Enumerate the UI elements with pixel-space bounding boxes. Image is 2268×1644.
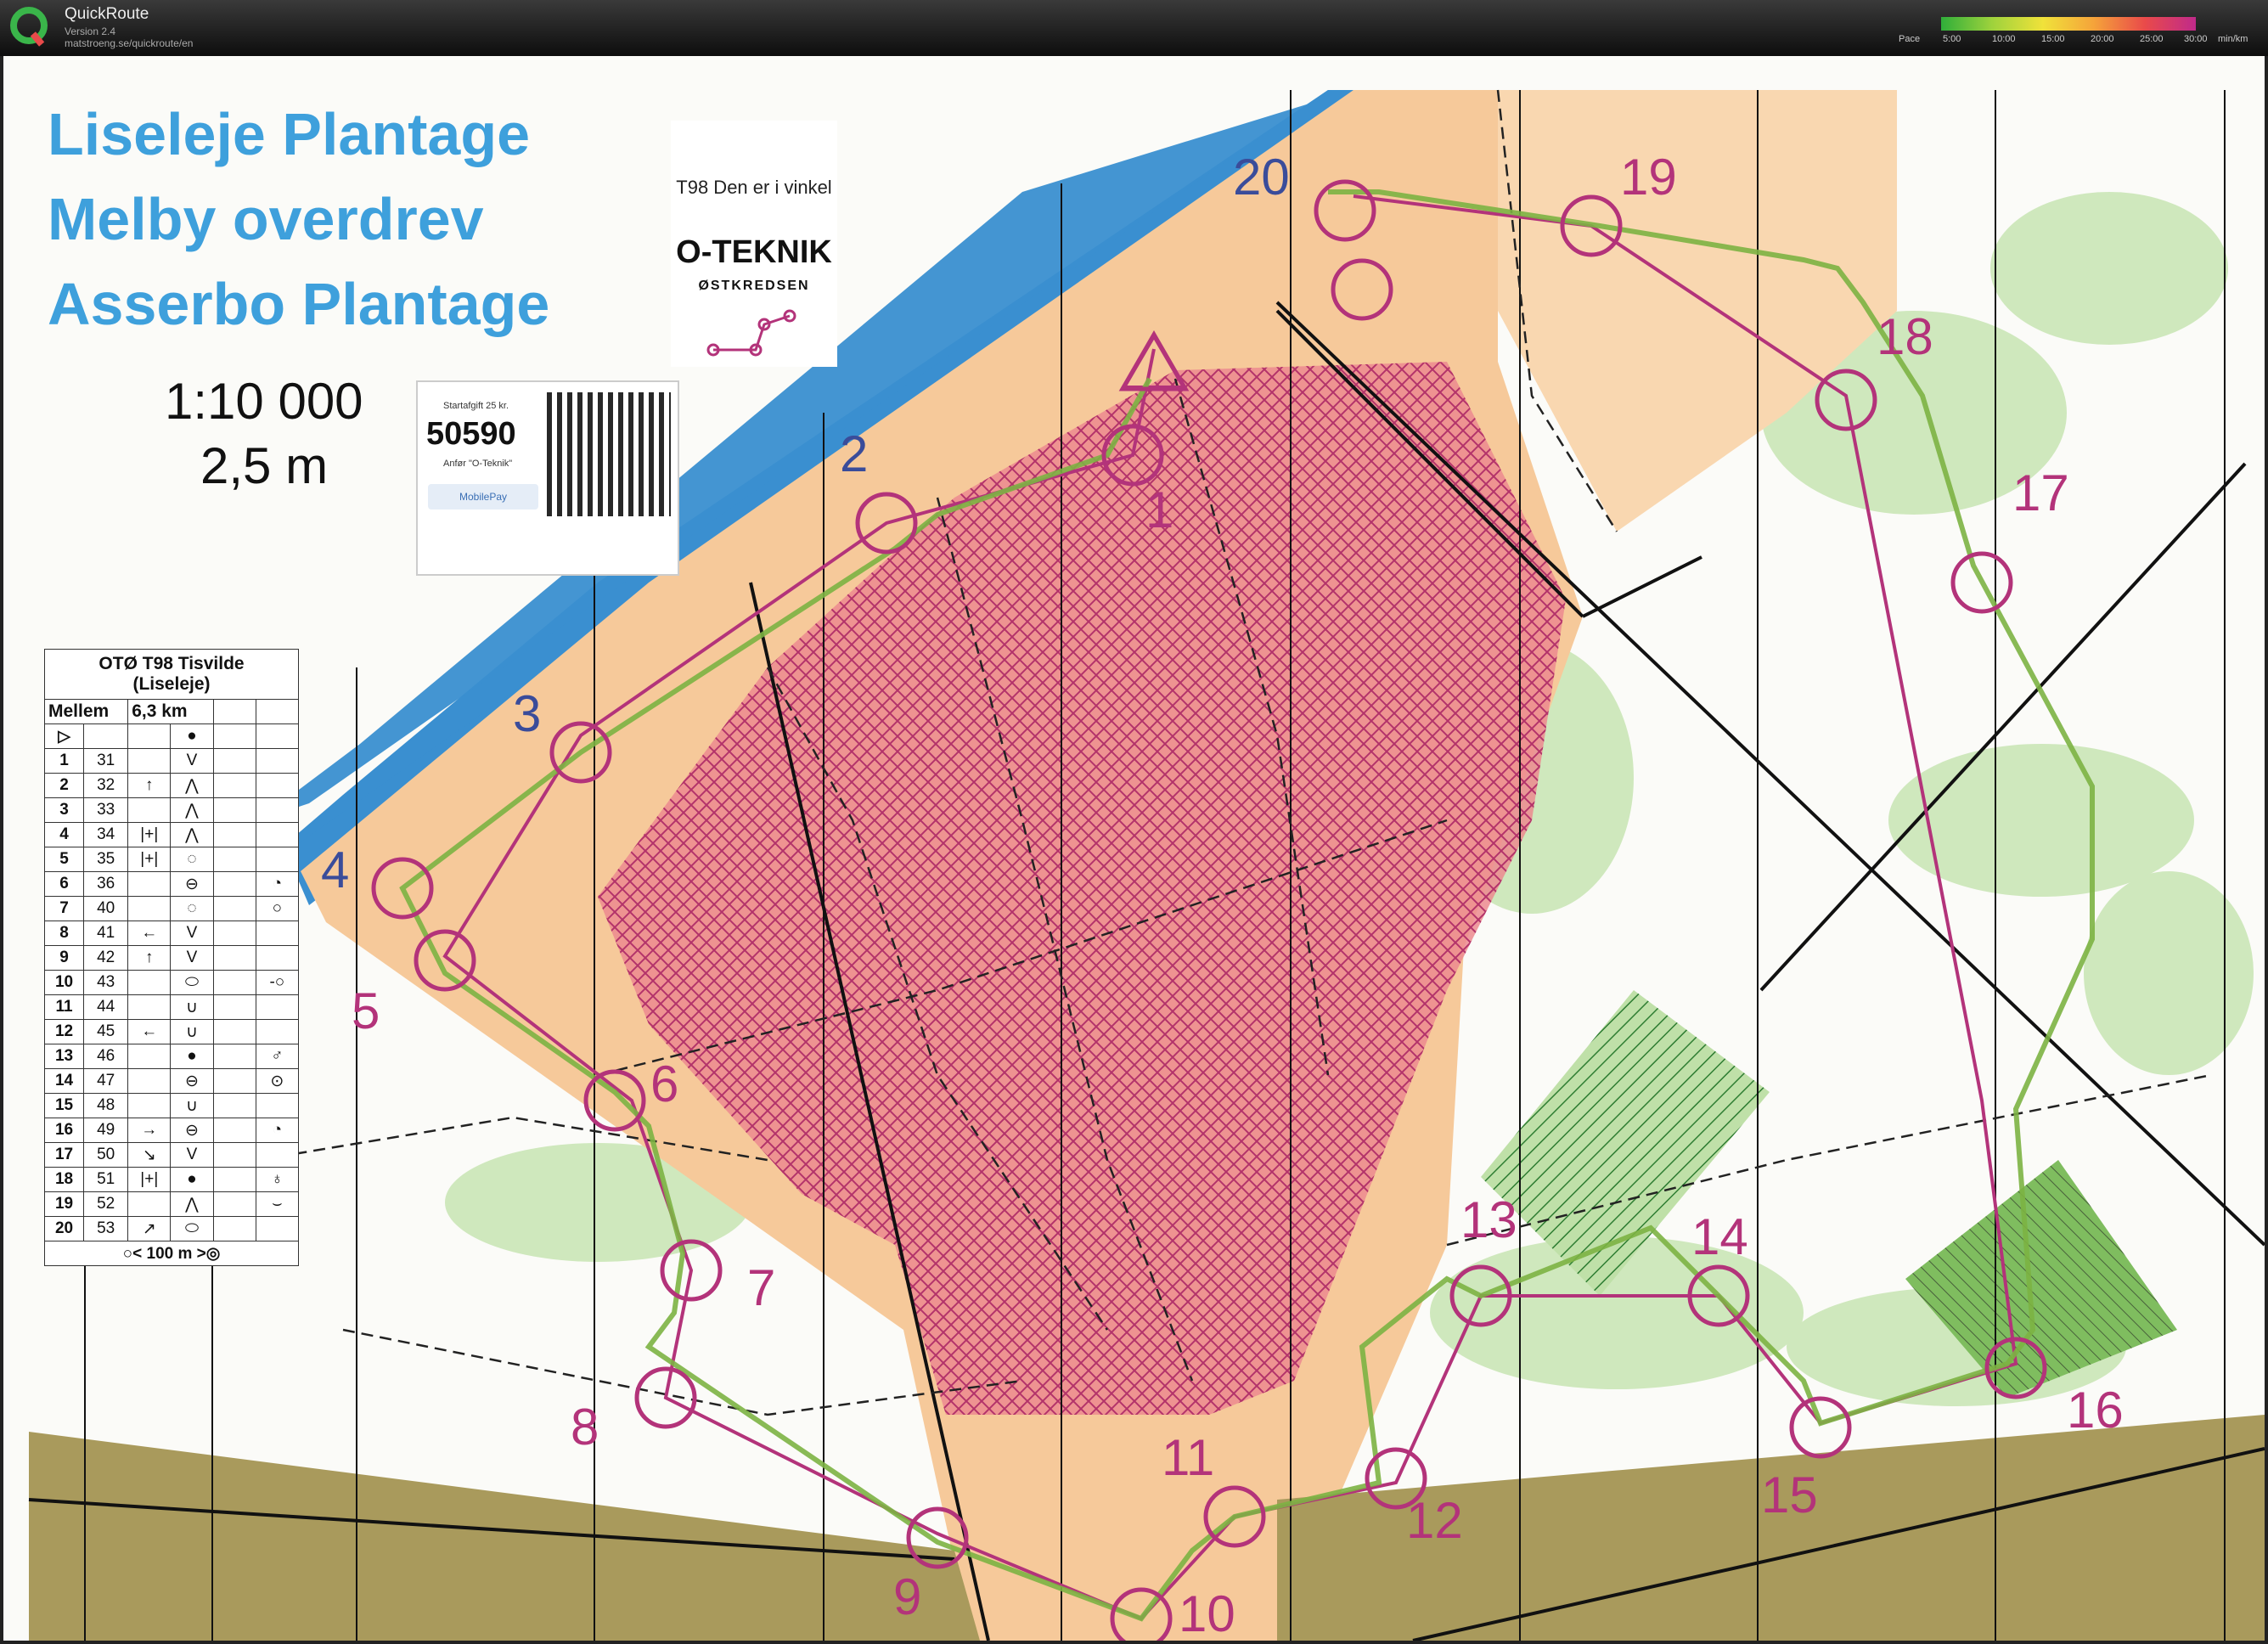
- contour-interval: 2,5 m: [200, 437, 329, 494]
- description-row: 10 43 ⬭ -○: [43, 970, 300, 995]
- event-tag: T98 Den er i vinkel: [676, 177, 832, 198]
- control-number-2: 2: [840, 425, 869, 482]
- control-description-sheet: OTØ T98 Tisvilde (Liseleje) Mellem 6,3 km…: [43, 649, 300, 1266]
- description-length: 6,3 km: [127, 699, 214, 724]
- description-row: 14 47 ⊖ ⊙: [43, 1068, 300, 1094]
- map-scale: 1:10 000: [165, 373, 363, 430]
- description-row: 8 41 ← V: [43, 921, 300, 946]
- pace-tick: 25:00: [2140, 34, 2164, 44]
- app-version: Version 2.4: [65, 25, 116, 37]
- control-number-5: 5: [352, 982, 380, 1039]
- map-title-3: Asserbo Plantage: [48, 271, 550, 337]
- description-row: 4 34 |+| ⋀: [43, 822, 300, 847]
- control-number-13: 13: [1460, 1191, 1517, 1248]
- event-logo: T98 Den er i vinkel O-TEKNIK ØSTKREDSEN: [671, 121, 837, 367]
- map-title-1: Liseleje Plantage: [48, 101, 531, 167]
- description-finish-row: ○< 100 m >◎: [44, 1241, 299, 1266]
- description-row: 1 31 V: [43, 748, 300, 774]
- control-number-6: 6: [650, 1056, 679, 1112]
- control-number-4: 4: [321, 842, 350, 898]
- description-row: 13 46 ● ♂: [43, 1044, 300, 1069]
- description-class: Mellem: [43, 699, 129, 724]
- pace-tick: 15:00: [2041, 34, 2065, 44]
- payment-box: Startafgift 25 kr. 50590 Anfør "O-Teknik…: [416, 380, 679, 576]
- description-row: 5 35 |+| ◌: [43, 847, 300, 872]
- pace-tick: 20:00: [2091, 34, 2114, 44]
- description-row: 17 50 ↘ V: [43, 1142, 300, 1168]
- orienteering-map[interactable]: Liseleje Plantage Melby overdrev Asserbo…: [3, 56, 2265, 1642]
- control-number-19: 19: [1620, 149, 1677, 206]
- control-number-3: 3: [513, 685, 542, 742]
- description-row: 7 40 ◌ ○: [43, 896, 300, 921]
- pace-tick: 30:00: [2184, 34, 2208, 44]
- map-title-2: Melby overdrev: [48, 186, 484, 252]
- description-row: 20 53 ↗ ⬭: [43, 1216, 300, 1241]
- control-number-14: 14: [1691, 1208, 1748, 1265]
- payment-number: 50590: [426, 416, 516, 452]
- description-row: 2 32 ↑ ⋀: [43, 773, 300, 798]
- description-row: 15 48 ∪: [43, 1093, 300, 1118]
- payment-fee: Startafgift 25 kr.: [443, 401, 509, 411]
- description-row: 18 51 |+| ● ♁: [43, 1167, 300, 1192]
- control-number-18: 18: [1877, 308, 1933, 365]
- description-row: 16 49 → ⊖ ◔: [43, 1118, 300, 1143]
- event-subtitle: ØSTKREDSEN: [698, 279, 810, 293]
- course-logo-icon: [706, 309, 796, 357]
- control-number-12: 12: [1406, 1492, 1463, 1549]
- control-number-16: 16: [2067, 1382, 2124, 1438]
- control-number-8: 8: [571, 1399, 599, 1455]
- pace-unit: min/km: [2218, 34, 2248, 44]
- urban-area: [29, 1432, 980, 1641]
- control-number-15: 15: [1761, 1467, 1818, 1523]
- description-start-row: ▷ ●: [43, 723, 300, 749]
- control-number-7: 7: [747, 1259, 776, 1316]
- control-number-20: 20: [1233, 149, 1290, 206]
- description-row: 9 42 ↑ V: [43, 945, 300, 971]
- description-row: 12 45 ← ∪: [43, 1019, 300, 1044]
- app-name: QuickRoute: [65, 5, 149, 23]
- pace-tick: 5:00: [1943, 34, 1961, 44]
- quickroute-window: QuickRoute Version 2.4 matstroeng.se/qui…: [0, 0, 2268, 1644]
- control-number-17: 17: [2012, 464, 2069, 521]
- control-number-11: 11: [1162, 1429, 1215, 1486]
- description-header: OTØ T98 Tisvilde (Liseleje): [44, 649, 299, 700]
- quickroute-logo-icon: [10, 7, 48, 47]
- map-viewport[interactable]: Liseleje Plantage Melby overdrev Asserbo…: [0, 56, 2268, 1644]
- pace-color-scale: [1941, 17, 2196, 31]
- control-number-1: 1: [1145, 481, 1174, 538]
- control-number-10: 10: [1179, 1585, 1235, 1642]
- event-organizer: O-TEKNIK: [676, 234, 832, 270]
- description-row: 3 33 ⋀: [43, 797, 300, 823]
- title-bar: QuickRoute Version 2.4 matstroeng.se/qui…: [0, 0, 2268, 56]
- pace-tick: 10:00: [1992, 34, 2016, 44]
- mobilepay-badge: MobilePay: [428, 484, 538, 510]
- description-row: 6 36 ⊖ ◔: [43, 871, 300, 897]
- payment-note: Anfør "O-Teknik": [443, 459, 513, 469]
- control-number-9: 9: [893, 1568, 922, 1625]
- pace-legend-label: Pace: [1899, 34, 1921, 44]
- description-row: 19 52 ⋀ ⌣: [43, 1191, 300, 1217]
- app-url: matstroeng.se/quickroute/en: [65, 37, 194, 49]
- qr-code-icon: [547, 392, 671, 516]
- description-row: 11 44 ∪: [43, 994, 300, 1020]
